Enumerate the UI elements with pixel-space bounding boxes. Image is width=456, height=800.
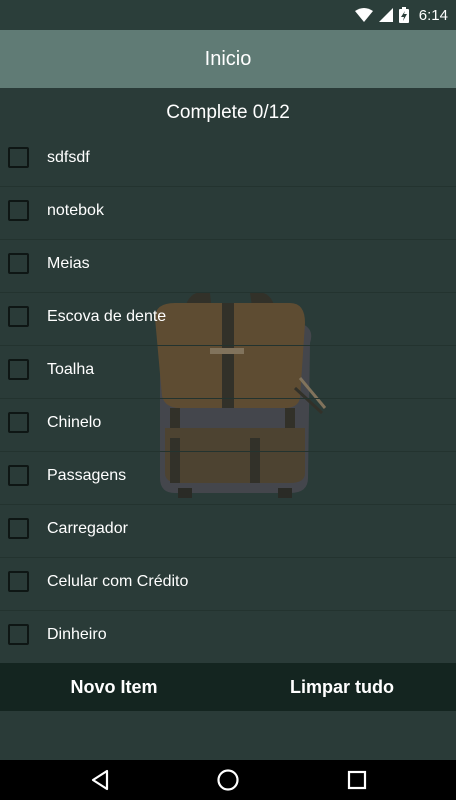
action-bar: Novo Item Limpar tudo <box>0 663 456 711</box>
app-bar: Inicio <box>0 30 456 88</box>
status-time: 6:14 <box>418 6 448 24</box>
checkbox[interactable] <box>8 465 29 486</box>
recents-button[interactable] <box>337 768 377 792</box>
new-item-button[interactable]: Novo Item <box>0 663 228 711</box>
item-label: Celular com Crédito <box>47 573 189 590</box>
list-item[interactable]: Passagens <box>0 452 456 505</box>
recents-icon <box>347 770 367 790</box>
checklist: sdfsdf notebok Meias Escova de dente Toa… <box>0 134 456 664</box>
wifi-icon <box>354 8 373 22</box>
item-label: Carregador <box>47 520 128 537</box>
checkbox[interactable] <box>8 306 29 327</box>
list-item[interactable]: Escova de dente <box>0 293 456 346</box>
status-icons: 6:14 <box>354 5 448 25</box>
list-item[interactable]: Dinheiro <box>0 611 456 664</box>
home-button[interactable] <box>208 768 248 792</box>
item-label: Meias <box>47 255 90 272</box>
item-label: Toalha <box>47 361 95 378</box>
list-item[interactable]: sdfsdf <box>0 134 456 187</box>
battery-charging-icon <box>398 7 409 23</box>
complete-counter: Complete 0/12 <box>166 102 290 123</box>
item-label: Chinelo <box>47 414 102 431</box>
checkbox[interactable] <box>8 359 29 380</box>
app-title: Inicio <box>204 47 252 70</box>
checkbox[interactable] <box>8 200 29 221</box>
item-label: notebok <box>47 202 104 219</box>
list-item[interactable]: Toalha <box>0 346 456 399</box>
navigation-bar <box>0 760 456 800</box>
checkbox[interactable] <box>8 518 29 539</box>
list-item[interactable]: Celular com Crédito <box>0 558 456 611</box>
clear-all-button[interactable]: Limpar tudo <box>228 663 456 711</box>
app-screen: 6:14 Inicio Complete 0/12 sdfsdf notebok… <box>0 0 456 800</box>
home-icon <box>217 769 239 791</box>
checkbox[interactable] <box>8 253 29 274</box>
back-icon <box>91 769 109 791</box>
status-bar: 6:14 <box>0 0 456 30</box>
checkbox[interactable] <box>8 624 29 645</box>
list-item[interactable]: Chinelo <box>0 399 456 452</box>
checkbox[interactable] <box>8 147 29 168</box>
list-item[interactable]: Meias <box>0 240 456 293</box>
list-item[interactable]: Carregador <box>0 505 456 558</box>
item-label: Escova de dente <box>47 308 167 325</box>
item-label: Dinheiro <box>47 626 107 643</box>
back-button[interactable] <box>80 768 120 792</box>
item-label: sdfsdf <box>47 149 90 166</box>
item-label: Passagens <box>47 467 127 484</box>
checklist-content: Complete 0/12 sdfsdf notebok Meias Escov… <box>0 88 456 760</box>
checkbox[interactable] <box>8 412 29 433</box>
list-item[interactable]: notebok <box>0 187 456 240</box>
checkbox[interactable] <box>8 571 29 592</box>
cell-signal-icon <box>378 8 393 22</box>
